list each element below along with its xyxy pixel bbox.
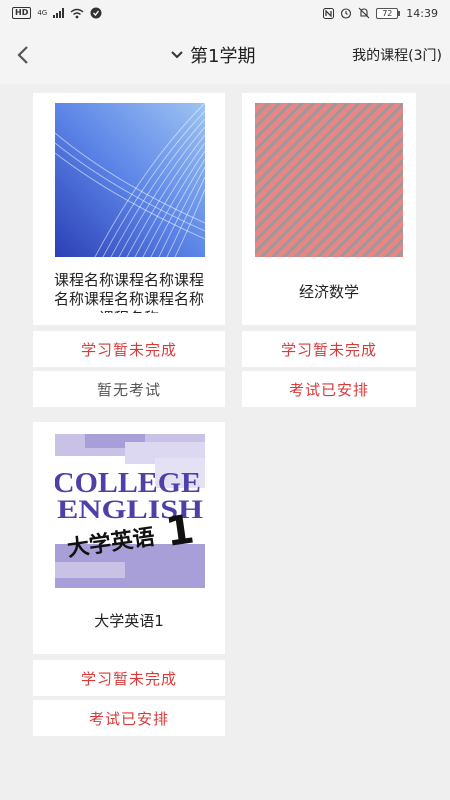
nav-bar: 第1学期 我的课程(3门) <box>0 26 450 84</box>
course-cover-image: COLLEGE ENGLISH 大学英语 1 <box>55 434 205 588</box>
exam-status: 考试已安排 <box>242 371 416 407</box>
semester-selector[interactable]: 第1学期 <box>170 40 255 70</box>
study-status: 学习暂未完成 <box>33 660 225 696</box>
exam-status: 暂无考试 <box>33 371 225 407</box>
course-name: 课程名称课程名称课程名称课程名称课程名称课程名称 <box>53 271 204 313</box>
shield-app-icon <box>90 7 102 19</box>
study-status: 学习暂未完成 <box>242 331 416 367</box>
course-tile[interactable]: 经济数学 <box>242 93 416 325</box>
study-status: 学习暂未完成 <box>33 331 225 367</box>
clock: 14:39 <box>406 6 438 20</box>
exam-status: 考试已安排 <box>33 700 225 736</box>
alarm-icon <box>341 8 352 19</box>
course-name: 大学英语1 <box>94 612 164 630</box>
status-left: HD 4G <box>12 7 102 19</box>
chevron-left-icon <box>17 46 28 64</box>
signal-icon <box>53 8 65 18</box>
my-courses-link[interactable]: 我的课程(3门) <box>352 45 442 65</box>
course-cover-image <box>255 103 403 257</box>
back-button[interactable] <box>8 38 38 72</box>
hd-badge: HD <box>12 7 32 19</box>
wifi-icon <box>70 8 84 18</box>
course-tile[interactable]: COLLEGE ENGLISH 大学英语 1 大学英语1 <box>33 422 225 654</box>
course-tile[interactable]: 课程名称课程名称课程名称课程名称课程名称课程名称 <box>33 93 225 325</box>
page-title: 第1学期 <box>190 46 256 67</box>
mute-icon <box>358 7 370 19</box>
battery-icon: 72 <box>376 7 401 19</box>
course-name: 经济数学 <box>298 283 359 301</box>
nfc-icon <box>323 7 335 19</box>
status-bar: HD 4G 72 14:39 <box>0 0 450 26</box>
status-right: 72 14:39 <box>323 7 438 20</box>
battery-level: 72 <box>376 7 399 19</box>
chevron-down-icon <box>171 51 183 59</box>
course-cover-image <box>55 103 205 257</box>
network-type: 4G <box>37 9 48 17</box>
